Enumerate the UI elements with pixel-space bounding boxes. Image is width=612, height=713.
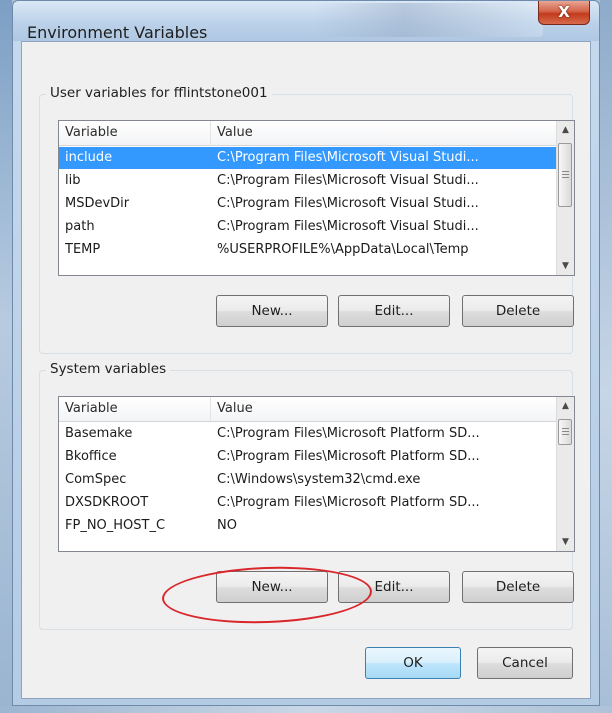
ok-button[interactable]: OK (365, 647, 461, 679)
column-header-value[interactable]: Value (211, 397, 571, 421)
scroll-thumb[interactable] (558, 143, 572, 207)
system-delete-button[interactable]: Delete (462, 571, 574, 603)
scroll-down-arrow-icon[interactable]: ▼ (557, 257, 574, 275)
cancel-button[interactable]: Cancel (477, 647, 573, 679)
list-item-variable: FP_NO_HOST_C (65, 518, 166, 533)
list-item[interactable]: lib C:\Program Files\Microsoft Visual St… (59, 170, 572, 192)
window-title: Environment Variables (27, 23, 208, 42)
user-variables-group: User variables for fflintstone001 Variab… (39, 85, 575, 354)
list-item-value: %USERPROFILE%\AppData\Local\Temp (217, 242, 469, 257)
background-window-bottom (0, 706, 612, 713)
list-item[interactable]: MSDevDir C:\Program Files\Microsoft Visu… (59, 193, 572, 215)
title-bar[interactable]: Environment Variables X (13, 1, 599, 42)
title-bar-glass (313, 3, 543, 37)
column-header-value[interactable]: Value (211, 121, 571, 145)
list-item-variable: DXSDKROOT (65, 495, 149, 510)
environment-variables-dialog: Environment Variables X User variables f… (12, 0, 600, 706)
list-item[interactable]: ComSpec C:\Windows\system32\cmd.exe (59, 469, 572, 491)
scroll-grip-icon (562, 174, 569, 175)
list-item-value: C:\Program Files\Microsoft Platform SD..… (217, 495, 480, 510)
system-edit-button[interactable]: Edit... (338, 571, 450, 603)
list-item-value: C:\Program Files\Microsoft Visual Studi.… (217, 219, 479, 234)
user-variables-list-header: Variable Value (59, 121, 574, 146)
system-variables-scrollbar[interactable]: ▲ ▼ (556, 397, 574, 551)
list-item-value: NO (217, 518, 237, 533)
scroll-grip-icon (562, 431, 569, 432)
scroll-grip-icon (562, 428, 569, 429)
list-item-value: C:\Program Files\Microsoft Visual Studi.… (217, 150, 479, 165)
background-window-right (600, 0, 612, 713)
scroll-up-arrow-icon[interactable]: ▲ (557, 121, 574, 139)
system-variables-list-header: Variable Value (59, 397, 574, 422)
list-item-value: C:\Program Files\Microsoft Visual Studi.… (217, 196, 479, 211)
list-item-value: C:\Program Files\Microsoft Platform SD..… (217, 426, 480, 441)
list-item[interactable]: Bkoffice C:\Program Files\Microsoft Plat… (59, 446, 572, 468)
user-variables-label: User variables for fflintstone001 (46, 85, 272, 101)
list-item[interactable]: DXSDKROOT C:\Program Files\Microsoft Pla… (59, 492, 572, 514)
system-variables-list[interactable]: Variable Value Basemake C:\Program Files… (58, 396, 575, 552)
dialog-client-area: User variables for fflintstone001 Variab… (21, 41, 591, 699)
list-item[interactable]: include C:\Program Files\Microsoft Visua… (59, 147, 572, 169)
scroll-grip-icon (562, 171, 569, 172)
column-header-variable[interactable]: Variable (59, 121, 211, 145)
scroll-grip-icon (562, 434, 569, 435)
system-new-button[interactable]: New... (216, 571, 328, 603)
list-item-variable: lib (65, 173, 81, 188)
list-item-variable: include (65, 150, 113, 165)
list-item-value: C:\Program Files\Microsoft Platform SD..… (217, 449, 480, 464)
scroll-thumb[interactable] (558, 419, 572, 445)
system-variables-label: System variables (46, 361, 171, 377)
user-variables-list[interactable]: Variable Value include C:\Program Files\… (58, 120, 575, 276)
list-item-variable: Basemake (65, 426, 133, 441)
user-variables-scrollbar[interactable]: ▲ ▼ (556, 121, 574, 275)
background-window-left (0, 0, 12, 713)
user-delete-button[interactable]: Delete (462, 295, 574, 327)
user-new-button[interactable]: New... (216, 295, 328, 327)
scroll-grip-icon (562, 177, 569, 178)
list-item-variable: Bkoffice (65, 449, 117, 464)
list-item-variable: MSDevDir (65, 196, 130, 211)
list-item-variable: ComSpec (65, 472, 127, 487)
scroll-down-arrow-icon[interactable]: ▼ (557, 533, 574, 551)
scroll-up-arrow-icon[interactable]: ▲ (557, 397, 574, 415)
list-item[interactable]: FP_NO_HOST_C NO (59, 515, 572, 537)
close-icon: X (558, 3, 570, 21)
list-item[interactable]: path C:\Program Files\Microsoft Visual S… (59, 216, 572, 238)
list-item[interactable]: Basemake C:\Program Files\Microsoft Plat… (59, 423, 572, 445)
list-item-variable: path (65, 219, 95, 234)
list-item-value: C:\Windows\system32\cmd.exe (217, 472, 421, 487)
system-variables-group: System variables Variable Value Basemake… (39, 361, 575, 630)
close-button[interactable]: X (538, 1, 590, 25)
column-header-variable[interactable]: Variable (59, 397, 211, 421)
list-item-value: C:\Program Files\Microsoft Visual Studi.… (217, 173, 479, 188)
list-item[interactable]: TEMP %USERPROFILE%\AppData\Local\Temp (59, 239, 572, 261)
list-item-variable: TEMP (65, 242, 101, 257)
user-edit-button[interactable]: Edit... (338, 295, 450, 327)
